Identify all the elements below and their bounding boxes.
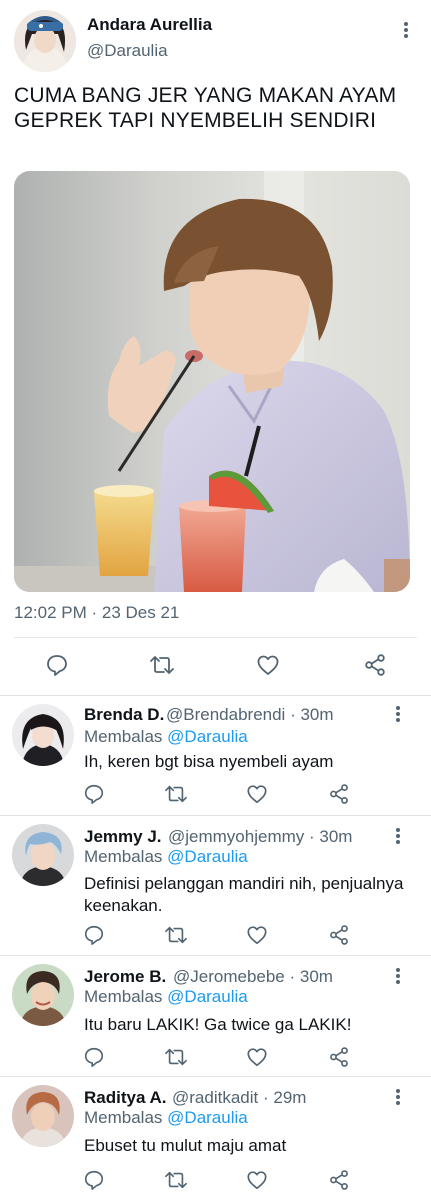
reply-icon[interactable] <box>81 1044 107 1070</box>
retweet-icon[interactable] <box>163 1167 189 1193</box>
main-tweet: Andara Aurellia @Daraulia CUMA BANG JER … <box>0 0 431 696</box>
share-icon[interactable] <box>326 1044 352 1070</box>
like-icon[interactable] <box>244 781 270 807</box>
reply-author-handle[interactable]: @jemmyohjemmy · 30m <box>168 827 352 847</box>
avatar[interactable] <box>12 824 74 886</box>
like-icon[interactable] <box>244 1167 270 1193</box>
retweet-icon[interactable] <box>163 1044 189 1070</box>
share-icon[interactable] <box>326 922 352 948</box>
share-icon[interactable] <box>361 651 389 679</box>
share-icon[interactable] <box>326 1167 352 1193</box>
divider <box>14 637 417 638</box>
reply-author-handle[interactable]: @raditkadit · 29m <box>172 1088 306 1108</box>
reply-icon[interactable] <box>81 781 107 807</box>
replying-to: Membalas @Daraulia <box>84 1108 248 1127</box>
replying-to: Membalas @Daraulia <box>84 987 248 1006</box>
avatar[interactable] <box>12 1085 74 1147</box>
mention-link[interactable]: @Daraulia <box>167 1108 248 1127</box>
reply-tweet[interactable]: Jemmy J. @jemmyohjemmy · 30m Membalas @D… <box>0 816 431 955</box>
more-icon[interactable] <box>390 1088 406 1108</box>
reply-text: Itu baru LAKIK! Ga twice ga LAKIK! <box>84 1015 352 1034</box>
reply-text: Ebuset tu mulut maju amat <box>84 1136 287 1155</box>
more-icon[interactable] <box>390 705 406 725</box>
avatar[interactable] <box>12 704 74 766</box>
reply-author-name[interactable]: Jerome B. <box>84 967 166 987</box>
retweet-icon[interactable] <box>163 781 189 807</box>
reply-icon[interactable] <box>81 1167 107 1193</box>
more-icon[interactable] <box>396 20 416 40</box>
reply-tweet[interactable]: Jerome B. @Jeromebebe · 30m Membalas @Da… <box>0 956 431 1076</box>
reply-text: Ih, keren bgt bisa nyembeli ayam <box>84 752 334 771</box>
like-icon[interactable] <box>244 922 270 948</box>
reply-icon[interactable] <box>81 922 107 948</box>
author-name[interactable]: Andara Aurellia <box>87 15 212 35</box>
more-icon[interactable] <box>390 827 406 847</box>
reply-author-name[interactable]: Jemmy J. <box>84 827 162 847</box>
replying-to: Membalas @Daraulia <box>84 727 248 746</box>
tweet-photo[interactable] <box>14 171 410 592</box>
mention-link[interactable]: @Daraulia <box>167 987 248 1006</box>
mention-link[interactable]: @Daraulia <box>167 847 248 866</box>
like-icon[interactable] <box>244 1044 270 1070</box>
tweet-timestamp[interactable]: 12:02 PM · 23 Des 21 <box>14 603 179 623</box>
reply-tweet[interactable]: Raditya A. @raditkadit · 29m Membalas @D… <box>0 1077 431 1200</box>
share-icon[interactable] <box>326 781 352 807</box>
reply-tweet[interactable]: Brenda D. @Brendabrendi · 30m Membalas @… <box>0 696 431 815</box>
reply-text: Definisi pelanggan mandiri nih, penjualn… <box>84 874 404 915</box>
more-icon[interactable] <box>390 967 406 987</box>
tweet-text: CUMA BANG JER YANG MAKAN AYAM GEPREK TAP… <box>14 84 397 132</box>
reply-author-name[interactable]: Raditya A. <box>84 1088 167 1108</box>
reply-author-handle[interactable]: @Brendabrendi · 30m <box>166 705 334 725</box>
author-avatar[interactable] <box>14 10 76 72</box>
reply-author-handle[interactable]: @Jeromebebe · 30m <box>173 967 333 987</box>
reply-icon[interactable] <box>43 651 71 679</box>
retweet-icon[interactable] <box>163 922 189 948</box>
reply-author-name[interactable]: Brenda D. <box>84 705 164 725</box>
author-handle[interactable]: @Daraulia <box>87 41 168 61</box>
avatar[interactable] <box>12 964 74 1026</box>
replying-to: Membalas @Daraulia <box>84 847 248 866</box>
mention-link[interactable]: @Daraulia <box>167 727 248 746</box>
retweet-icon[interactable] <box>148 651 176 679</box>
like-icon[interactable] <box>254 651 282 679</box>
